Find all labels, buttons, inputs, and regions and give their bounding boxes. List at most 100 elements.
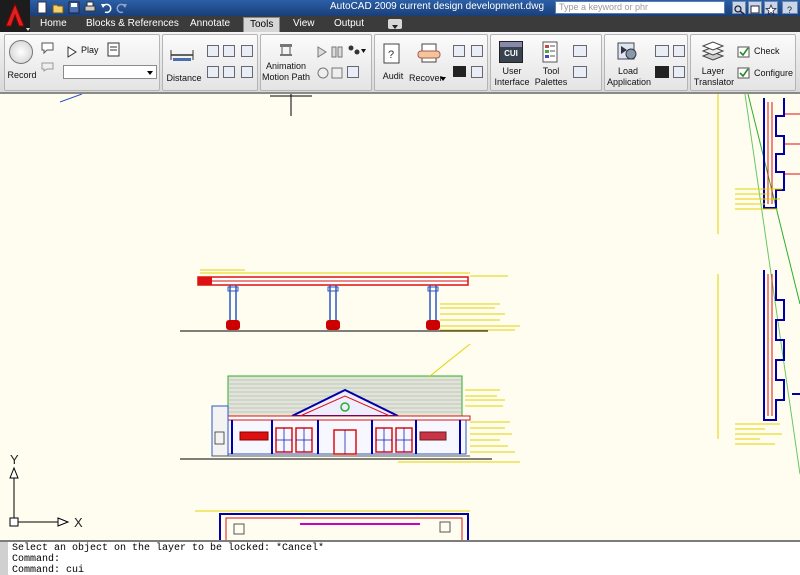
tab-view[interactable]: View — [287, 17, 321, 32]
tab-tools[interactable]: Tools — [243, 17, 281, 32]
svg-text:?: ? — [787, 5, 792, 15]
play-icon[interactable] — [67, 45, 77, 63]
time-icon[interactable] — [241, 66, 253, 78]
macro-select-dropdown[interactable] — [63, 65, 157, 79]
undo-icon[interactable] — [100, 1, 112, 14]
search-icon[interactable] — [732, 1, 746, 15]
animation-panel: Animation Motion Path — [260, 34, 372, 91]
chevron-down-icon — [392, 25, 398, 29]
search-input[interactable]: Type a keyword or phr — [555, 1, 725, 14]
run-vba-macro-icon[interactable] — [673, 66, 685, 78]
tab-annotate[interactable]: Annotate — [184, 17, 236, 32]
tool-label: Tool — [542, 66, 560, 76]
id-point-icon[interactable] — [223, 66, 235, 78]
audit-icon[interactable]: ? — [383, 43, 401, 70]
run-script-icon[interactable] — [655, 45, 669, 57]
play-label: Play — [81, 45, 99, 55]
translator-label: Translator — [693, 77, 735, 87]
open-file-icon[interactable] — [52, 1, 64, 14]
animation-label: Animation — [265, 61, 307, 71]
ribbon-minimize-button[interactable] — [388, 19, 402, 29]
speech-bubble-icon[interactable] — [41, 41, 55, 60]
drawing-canvas[interactable]: Y X — [0, 93, 800, 545]
animation-export-icon[interactable] — [347, 66, 359, 78]
import-customizations-icon[interactable] — [573, 45, 587, 57]
user-label: User — [502, 66, 522, 76]
edit-aliases-icon[interactable] — [573, 66, 587, 78]
cad-standards-panel: Layer Translator Check Configure — [690, 34, 796, 91]
tab-blocks-references[interactable]: Blocks & References — [80, 17, 185, 32]
ribbon-tab-bar: Home Blocks & References Annotate Tools … — [0, 16, 800, 32]
macro-settings-icon[interactable] — [107, 42, 121, 62]
record-label: Record — [7, 70, 37, 80]
user-interface-button[interactable]: CUI — [499, 41, 523, 63]
tab-output[interactable]: Output — [328, 17, 370, 32]
customization-panel: CUI User Interface Tool Palettes — [490, 34, 602, 91]
command-line-grip[interactable] — [0, 542, 8, 575]
chevron-down-icon[interactable] — [439, 76, 447, 82]
area-icon[interactable] — [207, 45, 219, 57]
animation-motion-path-icon[interactable] — [279, 43, 293, 62]
animation-stop-icon[interactable] — [331, 66, 343, 84]
command-prompt-line[interactable]: Command: cui — [12, 565, 84, 575]
tab-home[interactable]: Home — [34, 17, 73, 32]
applications-panel: Load Application — [604, 34, 688, 91]
animation-pause-icon[interactable] — [331, 45, 343, 63]
load-application-icon[interactable] — [617, 40, 639, 67]
check-standards-icon[interactable] — [737, 45, 751, 63]
animation-record-icon[interactable] — [317, 66, 329, 84]
print-icon[interactable] — [84, 1, 96, 14]
configure-label[interactable]: Configure — [754, 68, 793, 79]
message-icon[interactable] — [41, 59, 55, 77]
window-title: AutoCAD 2009 current design development.… — [330, 1, 545, 12]
record-button[interactable] — [9, 40, 33, 64]
command-line-window[interactable]: Select an object on the layer to be lock… — [0, 540, 800, 575]
save-icon[interactable] — [68, 1, 80, 14]
load-label: Load — [617, 66, 639, 76]
cui-icon: CUI — [504, 49, 518, 58]
action-recorder-panel: Record Play — [4, 34, 160, 91]
audit-label: Audit — [382, 71, 404, 81]
distance-label: Distance — [166, 73, 202, 83]
layer-translator-icon[interactable] — [701, 40, 725, 67]
command-history-line: Select an object on the layer to be lock… — [12, 543, 325, 554]
region-mass-icon[interactable] — [223, 45, 235, 57]
new-file-icon[interactable] — [36, 1, 48, 14]
configure-standards-icon[interactable] — [737, 66, 751, 84]
list-icon[interactable] — [207, 66, 219, 78]
favorites-star-icon[interactable] — [764, 1, 778, 16]
drawing-properties-icon[interactable] — [471, 66, 483, 78]
application-menu-button[interactable] — [0, 0, 30, 32]
ucs-y-label: Y — [10, 452, 19, 467]
check-label[interactable]: Check — [754, 46, 780, 57]
ribbon-panel-area: Record Play Distance Animation Motion Pa… — [0, 32, 800, 94]
tool-palettes-icon[interactable] — [541, 41, 561, 68]
drawing-status-icon[interactable] — [453, 66, 466, 77]
inquiry-panel: Distance — [162, 34, 258, 91]
command-history-line: Command: — [12, 554, 61, 565]
communication-center-icon[interactable] — [748, 1, 762, 14]
application-label: Application — [606, 77, 652, 87]
calculator-icon[interactable] — [241, 45, 253, 57]
animation-play-icon[interactable] — [317, 45, 327, 63]
chevron-down-icon — [147, 71, 153, 75]
visual-basic-editor-icon[interactable] — [673, 45, 685, 57]
autocad-logo-icon — [5, 2, 30, 31]
title-bar: AutoCAD 2009 current design development.… — [0, 0, 800, 32]
distance-icon[interactable] — [169, 47, 195, 68]
help-icon[interactable]: ? — [782, 1, 798, 15]
units-icon[interactable] — [471, 45, 483, 57]
walk-settings-icon[interactable] — [347, 44, 367, 62]
purge-icon[interactable] — [453, 45, 465, 57]
interface-label: Interface — [494, 77, 530, 87]
redo-icon[interactable] — [116, 1, 128, 14]
svg-text:?: ? — [388, 49, 394, 61]
drawing-utilities-panel: ? Audit Recover — [374, 34, 488, 91]
palettes-label: Palettes — [534, 77, 568, 87]
vba-macro-icon[interactable] — [655, 66, 669, 78]
ucs-x-label: X — [74, 515, 83, 530]
recover-label: Recover — [409, 73, 443, 83]
cad-drawing: Y X — [9, 93, 800, 545]
motion-path-label: Motion Path — [261, 72, 311, 82]
recover-icon[interactable] — [417, 43, 441, 70]
